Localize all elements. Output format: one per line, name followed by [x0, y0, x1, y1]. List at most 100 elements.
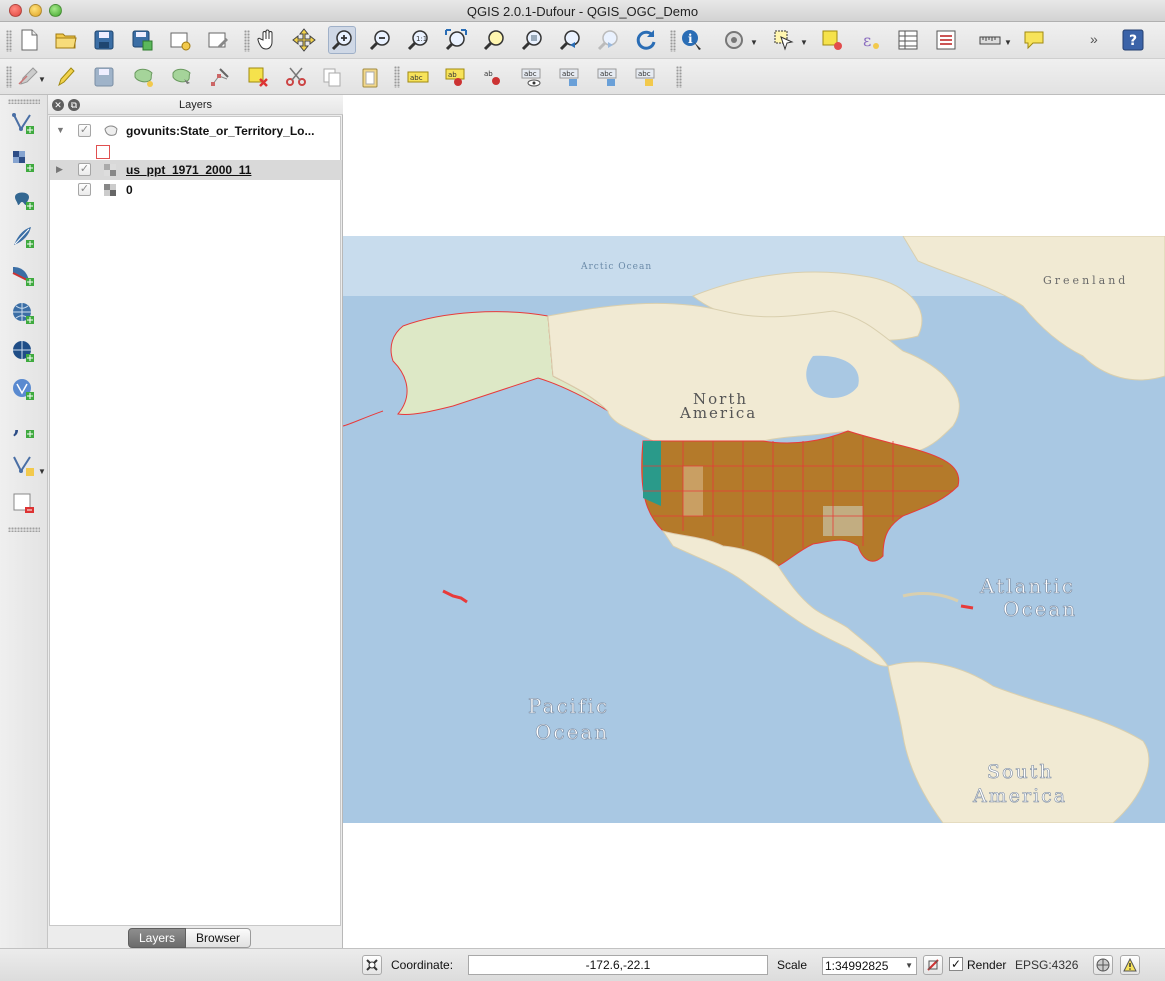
save-project-icon[interactable] — [90, 26, 118, 54]
save-layer-edits-icon[interactable] — [90, 63, 118, 91]
run-action-icon[interactable] — [720, 26, 748, 54]
collapse-arrow-icon[interactable]: ▼ — [56, 125, 65, 135]
expand-arrow-icon[interactable]: ▶ — [56, 164, 63, 175]
layer-row[interactable]: ✓ 0 — [50, 180, 342, 200]
help-icon[interactable]: ? — [1119, 26, 1147, 54]
layers-panel: ✕ ⧉ Layers ▼ ✓ govunits:State_or_Territo… — [48, 95, 343, 948]
add-spatialite-layer-icon[interactable] — [9, 223, 37, 251]
toolbar-overflow-button[interactable]: » — [1090, 31, 1098, 47]
main-toolbar-row-2: ▼ abc ab ab abc abc abc abc — [0, 59, 1165, 95]
select-features-dropdown[interactable]: ▼ — [800, 38, 808, 47]
zoom-full-icon[interactable] — [442, 26, 470, 54]
composer-manager-icon[interactable] — [204, 26, 232, 54]
label-arctic: Arctic Ocean — [580, 262, 652, 272]
tab-layers[interactable]: Layers — [128, 928, 187, 948]
attribute-table-icon[interactable] — [894, 26, 922, 54]
coordinate-toggle-icon[interactable] — [362, 955, 382, 975]
deselect-icon[interactable] — [818, 26, 846, 54]
cut-features-icon[interactable] — [282, 63, 310, 91]
measure-dropdown[interactable]: ▼ — [1004, 38, 1012, 47]
add-wcs-layer-icon[interactable] — [9, 337, 37, 365]
projection-globe-icon[interactable] — [1093, 955, 1113, 975]
toolbar-grip[interactable] — [8, 527, 40, 532]
add-postgis-layer-icon[interactable] — [9, 185, 37, 213]
layer-row[interactable]: ▼ ✓ govunits:State_or_Territory_Lo... — [50, 121, 342, 141]
puerto-rico — [960, 604, 974, 610]
remove-layer-icon[interactable] — [9, 489, 37, 517]
map-canvas[interactable]: Arctic Ocean Greenland North America Atl… — [343, 95, 1165, 948]
refresh-icon[interactable] — [632, 26, 660, 54]
node-tool-icon[interactable] — [206, 63, 234, 91]
toolbar-grip[interactable] — [6, 66, 12, 88]
layer-visibility-checkbox[interactable]: ✓ — [78, 124, 91, 137]
toolbar-grip[interactable] — [676, 66, 682, 88]
zoom-out-icon[interactable] — [366, 26, 394, 54]
move-feature-icon[interactable] — [168, 63, 196, 91]
scale-combobox[interactable]: 1:34992825 ▼ — [822, 957, 917, 975]
toggle-editing-icon[interactable] — [52, 63, 80, 91]
raster-layer-icon — [104, 164, 116, 176]
zoom-to-layer-icon[interactable] — [518, 26, 546, 54]
save-as-icon[interactable] — [128, 26, 156, 54]
statistics-icon[interactable] — [932, 26, 960, 54]
zoom-actual-size-icon[interactable]: 1:1 — [404, 26, 432, 54]
new-layer-dropdown[interactable]: ▼ — [38, 467, 46, 476]
toolbar-grip[interactable] — [8, 99, 40, 104]
field-calculator-icon[interactable]: ε — [856, 26, 884, 54]
layer-visibility-checkbox[interactable]: ✓ — [78, 183, 91, 196]
svg-text:abc: abc — [410, 74, 423, 82]
coordinate-field[interactable] — [468, 955, 768, 975]
toolbar-grip[interactable] — [244, 30, 250, 52]
toolbar-grip[interactable] — [394, 66, 400, 88]
crs-status-button[interactable]: EPSG:4326 — [1015, 958, 1078, 972]
change-label-icon[interactable]: abc — [632, 63, 660, 91]
move-label-icon[interactable]: abc — [556, 63, 584, 91]
toolbar-grip[interactable] — [6, 30, 12, 52]
messages-warning-icon[interactable] — [1120, 955, 1140, 975]
zoom-next-icon[interactable] — [594, 26, 622, 54]
new-shapefile-layer-icon[interactable] — [9, 451, 37, 479]
add-wms-layer-icon[interactable] — [9, 299, 37, 327]
svg-text:ab: ab — [448, 71, 457, 79]
add-delimited-text-icon[interactable]: , — [9, 413, 37, 441]
tab-browser[interactable]: Browser — [186, 928, 252, 948]
identify-icon[interactable]: i — [678, 26, 706, 54]
layer-visibility-checkbox[interactable]: ✓ — [78, 163, 91, 176]
add-mssql-layer-icon[interactable] — [9, 261, 37, 289]
rotate-label-icon[interactable]: abc — [594, 63, 622, 91]
add-raster-layer-icon[interactable] — [9, 147, 37, 175]
paste-features-icon[interactable] — [356, 63, 384, 91]
add-vector-layer-icon[interactable] — [9, 109, 37, 137]
new-project-icon[interactable] — [15, 26, 43, 54]
svg-text:1:1: 1:1 — [416, 35, 427, 43]
render-checkbox[interactable]: ✓ — [949, 957, 963, 971]
show-hide-label-icon[interactable]: abc — [518, 63, 546, 91]
map-image[interactable]: Arctic Ocean Greenland North America Atl… — [343, 236, 1165, 823]
current-edits-dropdown[interactable]: ▼ — [38, 75, 46, 84]
pacific-northwest-wet — [643, 441, 661, 506]
add-feature-icon[interactable] — [130, 63, 158, 91]
status-bar: Coordinate: Scale 1:34992825 ▼ ✓ Render … — [0, 948, 1165, 981]
delete-selected-icon[interactable] — [244, 63, 272, 91]
select-features-icon[interactable] — [770, 26, 798, 54]
pan-to-selection-icon[interactable] — [290, 26, 318, 54]
highlight-pinned-label-icon[interactable]: ab — [480, 63, 508, 91]
zoom-in-icon[interactable] — [328, 26, 356, 54]
scale-value: 1:34992825 — [825, 959, 889, 973]
measure-icon[interactable] — [976, 26, 1004, 54]
new-print-composer-icon[interactable] — [166, 26, 194, 54]
toolbar-grip[interactable] — [670, 30, 676, 52]
pan-icon[interactable] — [253, 26, 281, 54]
add-wfs-layer-icon[interactable] — [9, 375, 37, 403]
run-action-dropdown[interactable]: ▼ — [750, 38, 758, 47]
layer-row[interactable]: ▶ ✓ us_ppt_1971_2000_11 — [50, 160, 342, 180]
layer-tree[interactable]: ▼ ✓ govunits:State_or_Territory_Lo... ▶ … — [49, 116, 342, 926]
stop-render-icon[interactable] — [923, 955, 943, 975]
layer-labeling-icon[interactable]: abc — [404, 63, 432, 91]
map-tips-icon[interactable] — [1020, 26, 1048, 54]
zoom-to-selection-icon[interactable] — [480, 26, 508, 54]
pin-label-icon[interactable]: ab — [442, 63, 470, 91]
copy-features-icon[interactable] — [318, 63, 346, 91]
open-project-icon[interactable] — [52, 26, 80, 54]
zoom-last-icon[interactable] — [556, 26, 584, 54]
